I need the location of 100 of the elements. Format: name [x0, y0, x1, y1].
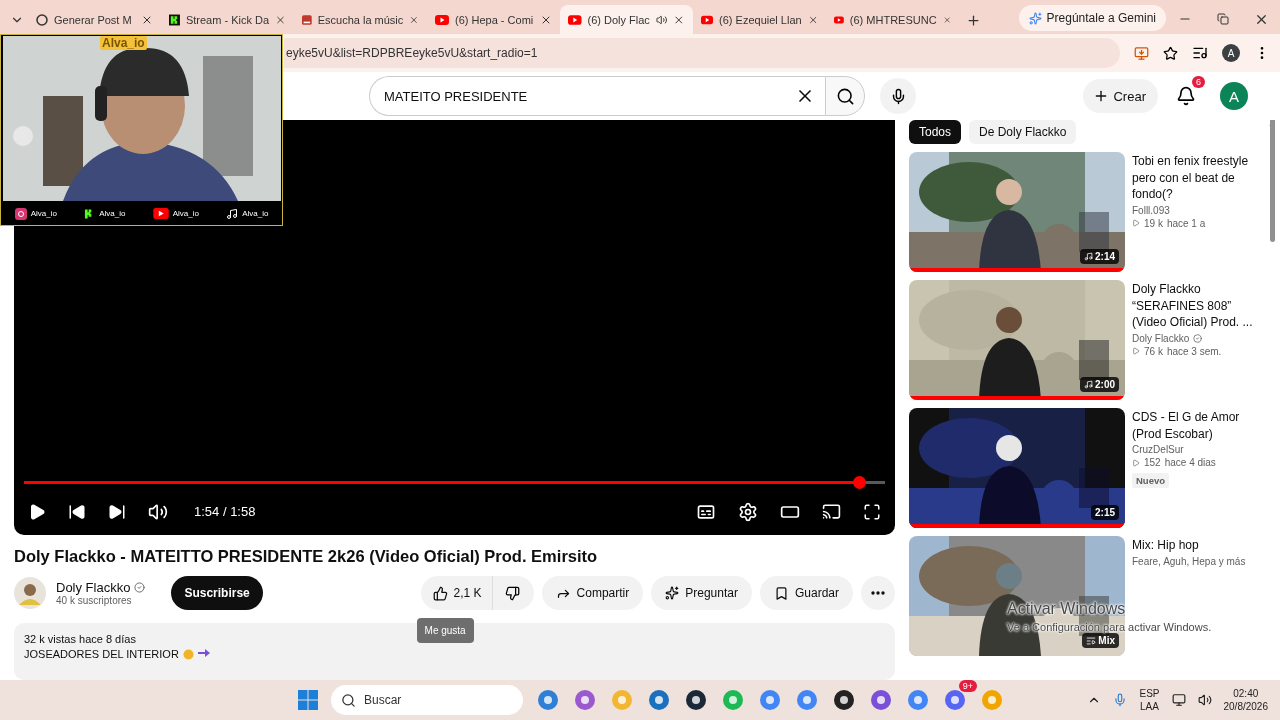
app-icon[interactable] — [833, 689, 855, 711]
video-title[interactable]: CDS - El G de Amor (Prod Escobar) — [1132, 409, 1265, 442]
coin-icon — [182, 648, 194, 660]
speaker-icon[interactable] — [655, 13, 668, 26]
youtube-logo-icon — [568, 14, 582, 25]
upload-age: hace 3 sem. — [1166, 345, 1222, 357]
network-icon[interactable] — [1171, 693, 1186, 707]
channel-name: Folll.093 — [1132, 204, 1170, 216]
more-icon — [871, 591, 885, 596]
sparkle-icon — [665, 586, 680, 601]
browser-tab[interactable]: Generar Post M — [28, 5, 161, 34]
thumbs-down-icon — [504, 585, 520, 601]
profile-avatar[interactable]: A — [1222, 44, 1240, 62]
social-handle: Alva_io — [172, 209, 199, 218]
play-icon[interactable] — [28, 502, 46, 521]
gemini-button[interactable]: Pregúntale a Gemini — [1018, 5, 1166, 31]
youtube-logo-icon — [435, 14, 449, 25]
install-icon[interactable] — [1134, 45, 1149, 61]
play-logo-icon — [152, 208, 169, 219]
browser-tab[interactable]: (6) Hepa - Comi — [427, 5, 560, 34]
upload-age: hace 4 dias — [1164, 457, 1216, 468]
subscriber-count: 40 k suscriptores — [56, 595, 133, 607]
cast-icon[interactable] — [822, 502, 841, 522]
social-handle: Alva_io — [242, 209, 269, 218]
new-badge: Nuevo — [1132, 473, 1170, 488]
view-count: 76 k — [1144, 345, 1163, 357]
microphone-icon[interactable] — [1113, 693, 1128, 707]
subscribe-button[interactable]: Suscribirse — [171, 576, 263, 611]
view-count: 152 — [1144, 457, 1161, 468]
bookmark-star-icon[interactable] — [1163, 45, 1178, 61]
camera-logo-icon — [14, 207, 27, 220]
music-note-icon — [1084, 252, 1093, 261]
video-title[interactable]: Tobi en fenix freestyle pero con el beat de fondo(? — [1132, 153, 1265, 203]
mix-artists: Feare, Aguh, Hepa y más — [1132, 555, 1246, 567]
address-field[interactable]: eyke5vU&list=RDPBREeyke5vU&start_radio=1 — [284, 38, 1120, 68]
scrollbar-thumb[interactable] — [1269, 120, 1275, 242]
clock[interactable]: 02:40 20/8/2026 — [1223, 687, 1268, 713]
video-title: Doly Flackko - MATEITTO PRESIDENTE 2k26 (Video Oficial) Prod. Emirsito — [14, 546, 599, 566]
action-button[interactable]: Preguntar — [651, 576, 752, 611]
play-icon — [1132, 347, 1140, 355]
close-icon[interactable] — [673, 13, 685, 26]
volume-icon[interactable] — [148, 501, 168, 522]
tooltip: Me gusta — [416, 618, 474, 644]
search-icon — [341, 692, 356, 708]
bookmark-icon — [773, 585, 789, 601]
language-indicator[interactable]: ESP LAA — [1139, 687, 1160, 713]
volume-icon[interactable] — [1197, 693, 1212, 707]
duration-badge: 2:15 — [1091, 505, 1119, 520]
start-icon[interactable] — [298, 690, 318, 710]
duration-badge: 2:00 — [1080, 377, 1119, 392]
view-stats: 32 k vistas hace 8 días — [24, 633, 136, 645]
browser-tab[interactable]: Escucha la músic — [294, 5, 427, 34]
social-handle: Alva_io — [99, 209, 126, 218]
previous-icon[interactable] — [68, 502, 86, 521]
browser-tab[interactable]: (6) MHTRESUNC — [826, 5, 959, 34]
upload-age: hace 1 a — [1166, 217, 1206, 229]
taskbar-search[interactable]: Buscar — [331, 685, 523, 715]
verified-icon — [1193, 333, 1203, 343]
streamer-name: Alva_io — [100, 36, 147, 50]
search-button[interactable] — [825, 76, 865, 116]
play-icon — [1132, 219, 1140, 227]
video-title[interactable]: Doly Flackko “SERAFINES 808” (Video Oficial) Prod. ... — [1132, 281, 1265, 331]
more-button[interactable] — [861, 576, 895, 611]
fullscreen-icon[interactable] — [863, 502, 881, 521]
restore-icon[interactable] — [1217, 13, 1229, 25]
voice-search-button[interactable] — [880, 78, 916, 114]
browser-tab[interactable]: (6) Doly Flac — [560, 5, 693, 34]
next-icon[interactable] — [108, 502, 126, 521]
settings-icon[interactable] — [738, 501, 758, 522]
arrow-icon — [197, 649, 210, 659]
browser-tab[interactable]: (6) Ezequiel Llan — [693, 5, 826, 34]
play-icon — [1132, 458, 1140, 467]
browser-tab[interactable]: Stream - Kick Da — [161, 5, 294, 34]
create-button[interactable]: Crear — [1083, 79, 1158, 113]
social-handle: Alva_io — [30, 209, 57, 218]
music-note-icon — [1084, 380, 1093, 389]
action-button[interactable]: Guardar — [759, 576, 853, 611]
playlist-icon — [1086, 635, 1097, 646]
music-note-icon — [226, 207, 239, 220]
youtube-logo-icon — [701, 14, 714, 25]
chat-logo-icon — [36, 13, 48, 26]
app-icon[interactable] — [685, 689, 707, 711]
thumbs-up-icon — [432, 585, 448, 601]
channel-name[interactable]: Doly Flackko — [56, 580, 146, 596]
channel-avatar[interactable] — [14, 577, 46, 610]
view-count: 19 k — [1144, 217, 1163, 229]
media-icon[interactable] — [1192, 45, 1208, 61]
notification-count: 9+ — [958, 680, 977, 692]
youtube-logo-icon — [834, 14, 844, 25]
filter-chip[interactable]: De Doly Flackko — [969, 120, 1077, 144]
channel-name: CruzDelSur — [1132, 444, 1184, 455]
notifications-icon[interactable] — [1176, 86, 1196, 106]
action-button[interactable]: Compartir — [541, 576, 644, 611]
mix-badge: Mix — [1082, 633, 1119, 648]
filter-chip[interactable]: Todos — [909, 120, 962, 144]
time-display: 1:54 / 1:58 — [194, 504, 256, 520]
search-icon — [835, 86, 855, 106]
mix-title[interactable]: Mix: Hip hop — [1132, 537, 1246, 554]
new-tab-icon[interactable] — [965, 12, 981, 28]
account-avatar[interactable]: A — [1220, 82, 1248, 110]
